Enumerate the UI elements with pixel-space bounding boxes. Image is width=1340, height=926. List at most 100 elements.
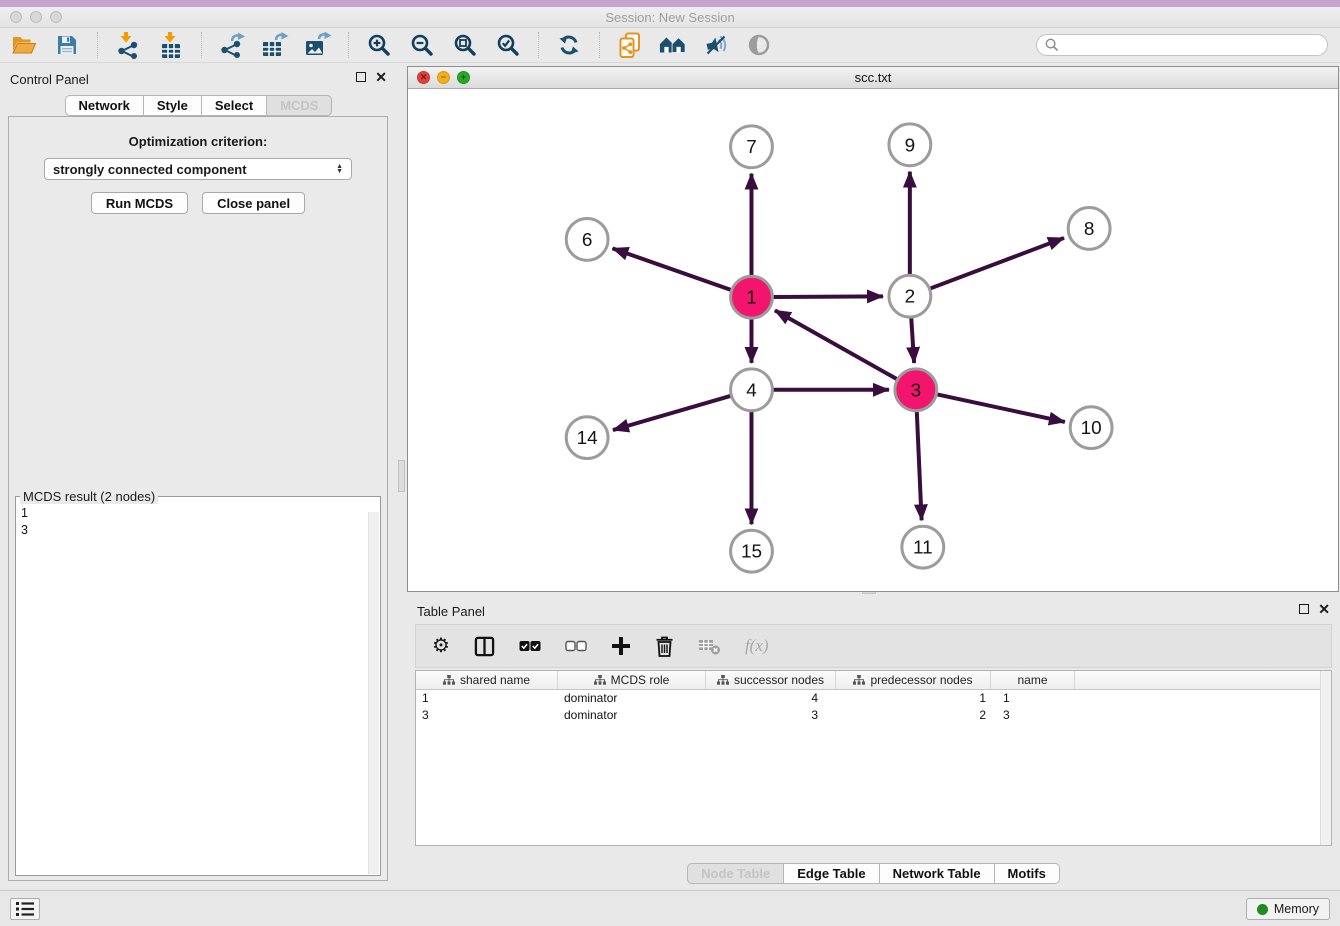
table-settings-gear-icon[interactable]: ⚙ [432, 633, 450, 659]
zoom-in-icon[interactable] [365, 32, 393, 59]
delete-column-trash-icon[interactable] [655, 633, 674, 659]
table-cell[interactable]: 1 [991, 690, 1075, 707]
table-cell[interactable]: 4 [706, 690, 836, 707]
zoom-selected-icon[interactable] [494, 32, 522, 59]
search-box [1036, 34, 1328, 56]
control-panel: Control Panel NetworkStyleSelectMCDS Opt… [0, 64, 397, 890]
column-header-predecessor-nodes[interactable]: predecessor nodes [836, 671, 991, 689]
network-view-window: scc.txt 1 2 3 4 6 7 8 9 10 11 14 15 [407, 66, 1339, 592]
svg-text:11: 11 [913, 538, 933, 559]
tab-style[interactable]: Style [143, 95, 202, 116]
refresh-layout-icon[interactable] [555, 32, 583, 59]
task-history-button[interactable] [10, 898, 40, 920]
column-label: predecessor nodes [870, 673, 972, 687]
open-session-icon[interactable] [10, 32, 38, 59]
graph-node-4[interactable]: 4 [731, 369, 773, 411]
edge-1-6[interactable] [613, 248, 731, 290]
graph-node-1[interactable]: 1 [731, 276, 773, 318]
svg-text:15: 15 [741, 542, 762, 563]
edge-1-2[interactable] [773, 296, 883, 297]
node-table-body: 1dominator4113dominator323 [416, 690, 1331, 724]
hierarchy-icon [594, 675, 606, 685]
float-panel-icon[interactable] [356, 72, 366, 82]
close-table-panel-icon[interactable] [1318, 604, 1330, 614]
control-panel-title: Control Panel [10, 72, 89, 87]
graph-node-10[interactable]: 10 [1070, 407, 1112, 449]
tab-motifs[interactable]: Motifs [994, 863, 1060, 884]
graph-node-11[interactable]: 11 [902, 526, 944, 568]
tab-network-table[interactable]: Network Table [879, 863, 995, 884]
search-input[interactable] [1064, 38, 1319, 53]
table-cell[interactable]: dominator [558, 690, 706, 707]
graph-node-2[interactable]: 2 [889, 275, 931, 317]
mcds-result-title: MCDS result (2 nodes) [20, 489, 158, 504]
close-panel-icon[interactable] [375, 72, 387, 82]
export-image-icon[interactable] [304, 32, 332, 59]
function-builder-icon[interactable]: f(x) [745, 633, 769, 659]
deselect-all-icon[interactable] [565, 633, 587, 659]
show-graphics-details-eye-icon[interactable] [745, 32, 773, 59]
tab-node-table[interactable]: Node Table [687, 863, 784, 884]
edge-3-10[interactable] [937, 394, 1065, 422]
table-cell[interactable]: 3 [991, 707, 1075, 724]
column-header-shared-name[interactable]: shared name [416, 671, 558, 689]
first-neighbors-houses-icon[interactable] [659, 32, 687, 59]
export-network-icon[interactable] [218, 32, 246, 59]
table-cell[interactable]: 1 [416, 690, 558, 707]
svg-text:6: 6 [582, 230, 593, 251]
edge-2-8[interactable] [930, 238, 1064, 288]
delete-table-icon[interactable] [698, 633, 721, 659]
vertical-splitter-handle[interactable] [398, 460, 405, 492]
table-cell[interactable]: 2 [836, 707, 991, 724]
graph-node-15[interactable]: 15 [731, 530, 773, 572]
app-titlebar: Session: New Session [0, 7, 1340, 28]
toolbar-separator [97, 32, 98, 58]
tab-network[interactable]: Network [65, 95, 144, 116]
table-panel-title: Table Panel [417, 604, 485, 619]
run-mcds-button[interactable]: Run MCDS [91, 192, 188, 214]
graph-node-6[interactable]: 6 [566, 218, 608, 260]
table-row[interactable]: 1dominator411 [416, 690, 1331, 707]
table-cell[interactable]: 1 [836, 690, 991, 707]
edge-2-3[interactable] [911, 318, 914, 363]
graph-node-8[interactable]: 8 [1068, 208, 1110, 250]
tab-select[interactable]: Select [201, 95, 267, 116]
table-row[interactable]: 3dominator323 [416, 707, 1331, 724]
graph-node-9[interactable]: 9 [889, 124, 931, 166]
megaphone-slash-icon[interactable] [702, 32, 730, 59]
graph-node-3[interactable]: 3 [895, 369, 937, 411]
edge-3-11[interactable] [917, 412, 922, 521]
column-label: name [1017, 673, 1047, 687]
import-table-icon[interactable] [157, 32, 185, 59]
save-session-icon[interactable] [53, 32, 81, 59]
edge-4-14[interactable] [613, 396, 730, 430]
table-cell[interactable]: 3 [416, 707, 558, 724]
zoom-fit-icon[interactable] [451, 32, 479, 59]
float-table-panel-icon[interactable] [1299, 604, 1309, 614]
table-cell[interactable]: dominator [558, 707, 706, 724]
result-scrollbar[interactable] [368, 512, 379, 874]
clone-network-icon[interactable] [616, 32, 644, 59]
show-columns-icon[interactable] [474, 633, 495, 659]
network-canvas[interactable]: 1 2 3 4 6 7 8 9 10 11 14 15 [408, 89, 1338, 591]
criterion-dropdown[interactable]: strongly connected component ▲▼ [44, 158, 352, 180]
tab-edge-table[interactable]: Edge Table [783, 863, 879, 884]
graph-node-14[interactable]: 14 [566, 417, 608, 459]
select-all-icon[interactable] [519, 633, 541, 659]
zoom-out-icon[interactable] [408, 32, 436, 59]
network-window-titlebar[interactable]: scc.txt [408, 67, 1338, 89]
column-header-MCDS-role[interactable]: MCDS role [558, 671, 706, 689]
table-scrollbar[interactable] [1320, 671, 1331, 845]
tab-mcds[interactable]: MCDS [266, 95, 332, 116]
export-table-icon[interactable] [261, 32, 289, 59]
add-column-plus-icon[interactable] [611, 633, 631, 659]
table-cell[interactable]: 3 [706, 707, 836, 724]
close-panel-button[interactable]: Close panel [202, 192, 305, 214]
column-header-name[interactable]: name [991, 671, 1075, 689]
import-network-icon[interactable] [114, 32, 142, 59]
dropdown-stepper-icon: ▲▼ [336, 164, 343, 174]
graph-node-7[interactable]: 7 [731, 126, 773, 168]
column-header-successor-nodes[interactable]: successor nodes [706, 671, 836, 689]
edge-3-1[interactable] [775, 310, 897, 379]
memory-button[interactable]: Memory [1246, 898, 1330, 920]
